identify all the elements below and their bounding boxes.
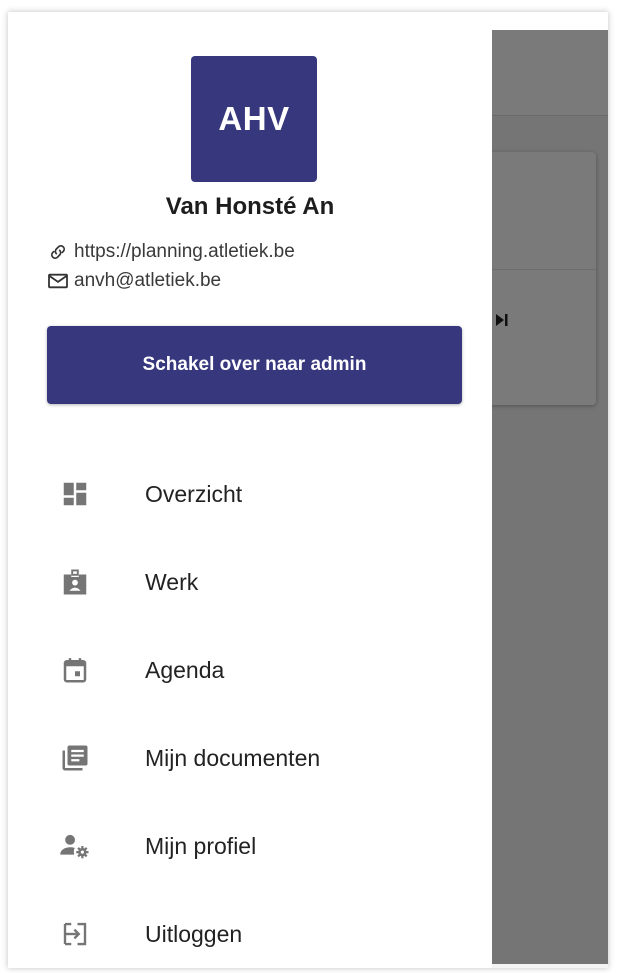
calendar-icon <box>58 653 92 687</box>
documents-icon <box>58 741 92 775</box>
menu-item-label: Werk <box>145 568 199 595</box>
avatar-initials: AHV <box>218 100 290 137</box>
menu-item-label: Mijn profiel <box>145 832 257 859</box>
menu-item-label: Mijn documenten <box>145 744 321 771</box>
menu-item-uitloggen[interactable]: Uitloggen <box>8 890 492 968</box>
dashboard-icon <box>58 477 92 511</box>
switch-to-admin-button[interactable]: Schakel over naar admin <box>47 326 462 404</box>
profile-email[interactable]: anvh@atletiek.be <box>74 270 221 292</box>
user-name: Van Honsté An <box>165 193 335 220</box>
app-frame: AHV Van Honsté An https://planning.atlet… <box>8 12 608 968</box>
logout-icon <box>58 917 92 951</box>
drawer-menu: Overzicht Werk Agenda Mijn documenten Mi… <box>8 450 492 968</box>
menu-item-overzicht[interactable]: Overzicht <box>8 450 492 538</box>
navigation-drawer: AHV Van Honsté An https://planning.atlet… <box>8 12 492 968</box>
menu-item-agenda[interactable]: Agenda <box>8 626 492 714</box>
profile-url-row[interactable]: https://planning.atletiek.be <box>46 240 295 264</box>
menu-item-label: Uitloggen <box>145 920 243 947</box>
badge-icon <box>58 565 92 599</box>
menu-item-label: Overzicht <box>145 480 243 507</box>
menu-item-mijn-profiel[interactable]: Mijn profiel <box>8 802 492 890</box>
profile-email-row[interactable]: anvh@atletiek.be <box>46 269 221 293</box>
link-icon <box>46 240 70 264</box>
menu-item-label: Agenda <box>145 656 225 683</box>
menu-item-mijn-documenten[interactable]: Mijn documenten <box>8 714 492 802</box>
mail-icon <box>46 269 70 293</box>
avatar: AHV <box>191 56 317 182</box>
profile-settings-icon <box>58 829 92 863</box>
menu-item-werk[interactable]: Werk <box>8 538 492 626</box>
profile-url[interactable]: https://planning.atletiek.be <box>74 241 295 263</box>
